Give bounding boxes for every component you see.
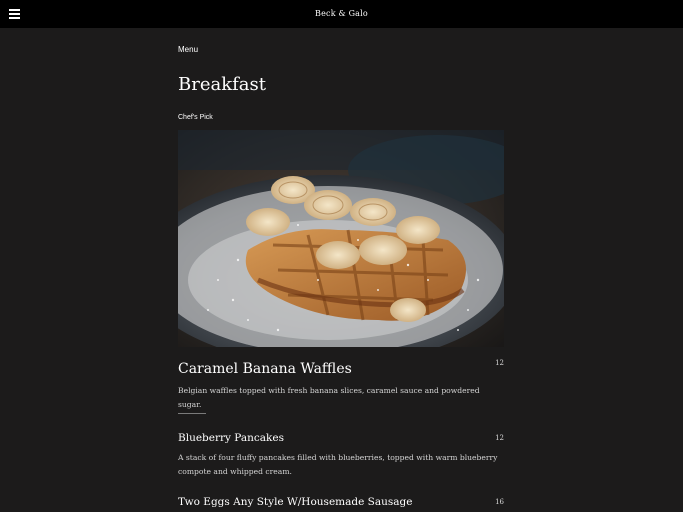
item-description: Belgian waffles topped with fresh banana… — [178, 386, 480, 409]
breadcrumb[interactable]: Menu — [178, 45, 198, 54]
brand-title[interactable]: Beck & Galo — [0, 9, 683, 18]
item-name-two-eggs[interactable]: Two Eggs Any Style W/Housemade Sausage — [178, 496, 412, 508]
item-description: A stack of four fluffy pancakes filled w… — [178, 453, 498, 476]
item-price: 16 — [495, 498, 504, 506]
waffles-illustration — [178, 130, 504, 347]
divider — [178, 413, 206, 414]
item-name-blueberry-pancakes[interactable]: Blueberry Pancakes — [178, 432, 284, 444]
page-title: Breakfast — [178, 74, 266, 95]
item-price: 12 — [495, 359, 504, 367]
top-bar: Beck & Galo — [0, 0, 683, 28]
featured-dish-image — [178, 130, 504, 347]
chefs-pick-label: Chef's Pick — [178, 114, 213, 121]
item-name-caramel-banana-waffles[interactable]: Caramel Banana Waffles — [178, 361, 352, 377]
item-price: 12 — [495, 434, 504, 442]
